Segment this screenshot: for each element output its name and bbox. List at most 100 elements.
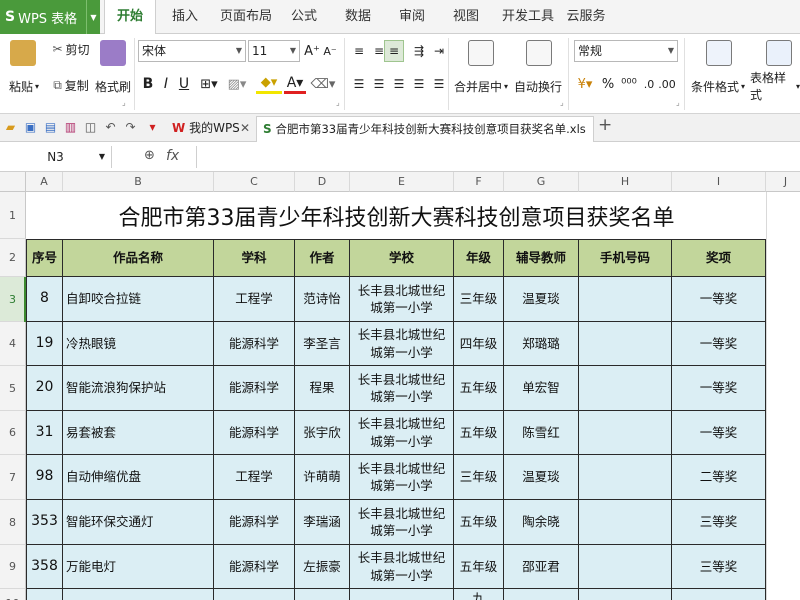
column-header-j[interactable]: J	[766, 172, 800, 192]
merge-center-button[interactable]: 合并居中 ▾	[452, 78, 510, 94]
cut-button[interactable]: ✂ 剪切	[46, 40, 96, 58]
align-center-icon[interactable]: ☰	[370, 74, 388, 94]
cell-teacher[interactable]: 郑璐璐	[504, 322, 579, 366]
cell-author[interactable]: 张宇欣	[295, 411, 350, 455]
header-cell[interactable]: 作品名称	[63, 239, 214, 277]
cell-teacher[interactable]: 陈雪红	[504, 411, 579, 455]
export-pdf-icon[interactable]: ▤	[44, 121, 57, 134]
table-style-icon[interactable]	[766, 40, 792, 66]
row-header-5[interactable]: 5	[0, 366, 26, 411]
cell-grade[interactable]: 九	[454, 589, 504, 600]
cell-grade[interactable]: 五年级	[454, 366, 504, 411]
cell-grade[interactable]: 五年级	[454, 500, 504, 545]
cell-subject[interactable]: 能源科学	[214, 322, 295, 366]
column-header-a[interactable]: A	[26, 172, 63, 192]
cell-grade[interactable]: 三年级	[454, 455, 504, 500]
cell-phone[interactable]	[579, 322, 672, 366]
clear-format-icon[interactable]: ⌫▾	[310, 74, 336, 94]
cell-no[interactable]: 353	[26, 500, 63, 545]
cell-award[interactable]: 一等奖	[672, 366, 766, 411]
cell-no[interactable]	[26, 589, 63, 600]
row-header-9[interactable]: 9	[0, 545, 26, 589]
cell-phone[interactable]	[579, 455, 672, 500]
cell-award[interactable]	[672, 589, 766, 600]
cell-grade[interactable]: 四年级	[454, 322, 504, 366]
cell-no[interactable]: 98	[26, 455, 63, 500]
cell-no[interactable]: 358	[26, 545, 63, 589]
dialog-launcher-icon[interactable]: ⌟	[560, 98, 564, 107]
cell-award[interactable]: 一等奖	[672, 322, 766, 366]
header-cell[interactable]: 辅导教师	[504, 239, 579, 277]
cell-author[interactable]: 李圣言	[295, 322, 350, 366]
cell-author[interactable]: 程果	[295, 366, 350, 411]
close-icon[interactable]: ✕	[240, 116, 250, 140]
percent-button[interactable]: %	[600, 74, 616, 94]
cell-teacher[interactable]: 温夏琰	[504, 455, 579, 500]
header-cell[interactable]: 作者	[295, 239, 350, 277]
underline-button[interactable]: U	[176, 74, 192, 94]
tab-data[interactable]: 数据	[336, 0, 380, 34]
cell-school[interactable]: 长丰县北城世纪城第一小学	[350, 322, 454, 366]
align-top-icon[interactable]: ≡	[350, 42, 368, 60]
header-cell[interactable]: 奖项	[672, 239, 766, 277]
cell-school[interactable]: 长丰县北城世纪城第一小学	[350, 277, 454, 322]
tab-document[interactable]: S 合肥市第33届青少年科技创新大赛科技创意项目获奖名单.xls * ✕	[256, 116, 594, 160]
cell-subject[interactable]: 能源科学	[214, 411, 295, 455]
cell-subject[interactable]	[214, 589, 295, 600]
tab-formulas[interactable]: 公式	[284, 0, 324, 34]
dialog-launcher-icon[interactable]: ⌟	[336, 98, 340, 107]
indent-icon[interactable]: ⇥	[430, 42, 448, 60]
cell-phone[interactable]	[579, 277, 672, 322]
tab-view[interactable]: 视图	[446, 0, 486, 34]
column-header-h[interactable]: H	[579, 172, 672, 192]
brush-icon[interactable]	[100, 40, 126, 66]
table-style-button[interactable]: 表格样式 ▾	[750, 71, 800, 102]
conditional-format-icon[interactable]	[706, 40, 732, 66]
customize-icon[interactable]: ▾	[146, 121, 159, 134]
formula-input[interactable]	[196, 146, 800, 168]
cell-award[interactable]: 一等奖	[672, 277, 766, 322]
cell-school[interactable]: 长丰县北城世纪城第一小学	[350, 500, 454, 545]
cell-author[interactable]: 左振豪	[295, 545, 350, 589]
cell-teacher[interactable]: 邵亚君	[504, 545, 579, 589]
cell-name[interactable]: 自动伸缩优盘	[63, 455, 214, 500]
align-right-icon[interactable]: ☰	[390, 74, 408, 94]
border-icon[interactable]: ⊞▾	[196, 74, 222, 94]
row-header-6[interactable]: 6	[0, 411, 26, 455]
font-size-select[interactable]: 11 ▼	[248, 40, 300, 62]
merge-center-icon[interactable]	[468, 40, 494, 66]
cell-school[interactable]: 长丰县北城世纪城第一小学	[350, 411, 454, 455]
cell-award[interactable]: 一等奖	[672, 411, 766, 455]
cell-no[interactable]: 31	[26, 411, 63, 455]
cell-phone[interactable]	[579, 545, 672, 589]
tab-developer[interactable]: 开发工具	[500, 0, 556, 34]
header-cell[interactable]: 年级	[454, 239, 504, 277]
cell-grade[interactable]: 五年级	[454, 411, 504, 455]
cell-subject[interactable]: 能源科学	[214, 500, 295, 545]
tab-cloud[interactable]: 云服务	[566, 0, 606, 34]
cell-name[interactable]: 智能流浪狗保护站	[63, 366, 214, 411]
cell-teacher[interactable]	[504, 589, 579, 600]
cell-author[interactable]: 许萌萌	[295, 455, 350, 500]
column-header-c[interactable]: C	[214, 172, 295, 192]
increase-font-icon[interactable]: A⁺	[304, 42, 320, 60]
decrease-font-icon[interactable]: A⁻	[322, 42, 338, 60]
open-folder-icon[interactable]: ▰	[4, 121, 17, 134]
cell-grade[interactable]: 三年级	[454, 277, 504, 322]
tab-review[interactable]: 审阅	[392, 0, 432, 34]
row-header-7[interactable]: 7	[0, 455, 26, 500]
tab-insert[interactable]: 插入	[162, 0, 208, 34]
wrap-text-icon[interactable]	[526, 40, 552, 66]
orientation-icon[interactable]: ⇶	[410, 42, 428, 60]
column-header-d[interactable]: D	[295, 172, 350, 192]
sheet-title[interactable]: 合肥市第33届青少年科技创新大赛科技创意项目获奖名单	[27, 193, 766, 239]
row-header-8[interactable]: 8	[0, 500, 26, 545]
cell-name[interactable]	[63, 589, 214, 600]
dialog-launcher-icon[interactable]: ⌟	[122, 98, 126, 107]
italic-button[interactable]: I	[158, 74, 174, 94]
cell-name[interactable]: 易套被套	[63, 411, 214, 455]
tab-my-wps[interactable]: W 我的WPS ✕	[166, 116, 254, 142]
cell-award[interactable]: 三等奖	[672, 545, 766, 589]
cell-subject[interactable]: 工程学	[214, 455, 295, 500]
cell-phone[interactable]	[579, 589, 672, 600]
